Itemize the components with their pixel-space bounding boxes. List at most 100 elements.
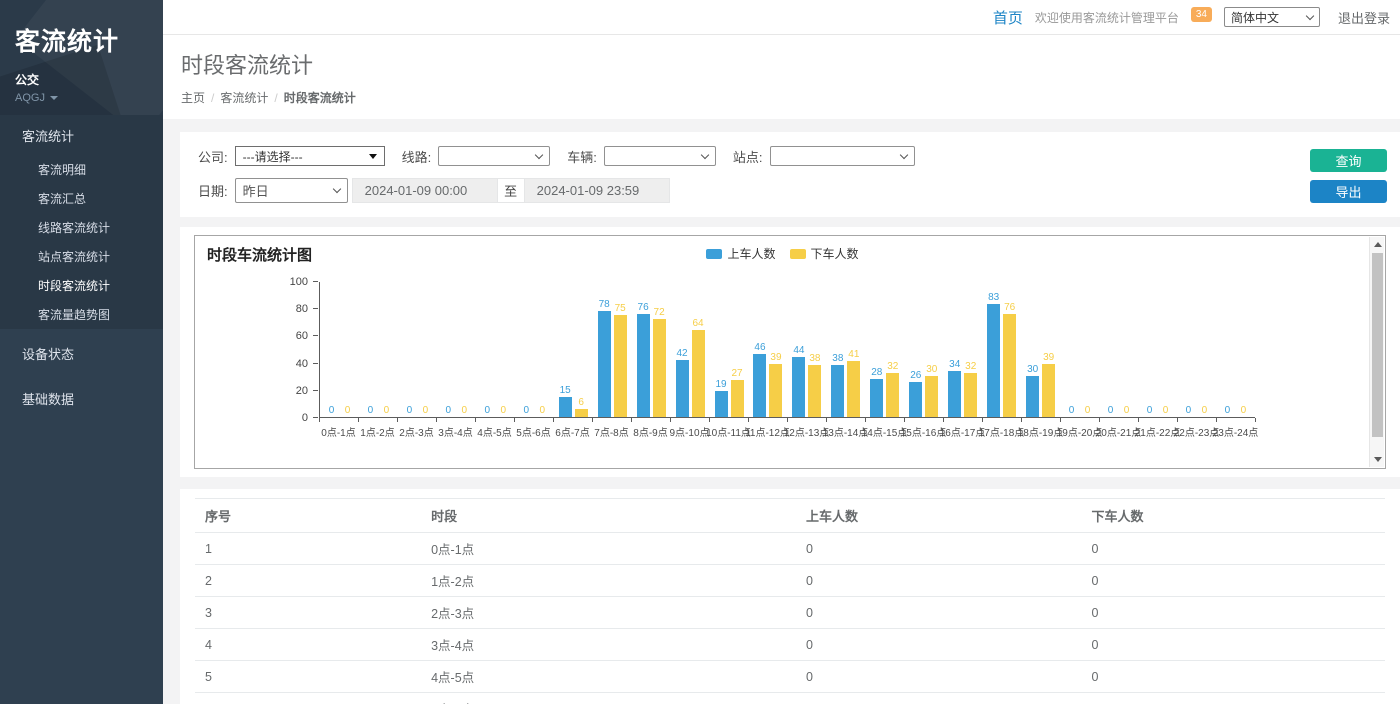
y-axis-tick — [313, 308, 318, 309]
line-filter: 线路: — [402, 146, 551, 166]
column-header: 上车人数 — [796, 499, 1082, 533]
table-cell: 3 — [195, 597, 421, 629]
x-axis-labels: 0点-1点1点-2点2点-3点3点-4点4点-5点5点-6点6点-7点7点-8点… — [319, 424, 1255, 439]
bar-column: 78 — [598, 299, 611, 417]
sidebar-subitem[interactable]: 客流汇总 — [0, 184, 163, 213]
bar-value-label: 44 — [793, 345, 804, 356]
legend-swatch — [706, 249, 722, 259]
company-select[interactable]: ---请选择--- — [235, 146, 385, 166]
company-label: 公司: — [198, 147, 228, 166]
scroll-up-arrow[interactable] — [1370, 237, 1385, 252]
date-preset-select[interactable]: 昨日 — [235, 178, 348, 203]
notification-badge[interactable]: 34 — [1191, 7, 1212, 22]
sidebar-subitem[interactable]: 线路客流统计 — [0, 213, 163, 242]
chevron-down-icon — [899, 150, 907, 158]
chart-container: 时段车流统计图 上车人数下车人数 02040608010000000000000… — [194, 235, 1386, 469]
x-axis-label: 1点-2点 — [358, 424, 397, 439]
x-axis-label: 9点-10点 — [670, 424, 709, 439]
x-axis-label: 0点-1点 — [319, 424, 358, 439]
bar-value-label: 30 — [1027, 364, 1038, 375]
sidebar-item[interactable]: 设备状态 — [0, 333, 163, 374]
bar-group: 7875 — [593, 281, 632, 417]
sidebar-subitem[interactable]: 客流明细 — [0, 155, 163, 184]
y-axis-label: 0 — [302, 412, 308, 424]
bar-group: 156 — [554, 281, 593, 417]
bar-column: 19 — [715, 379, 728, 417]
bar-value-label: 0 — [407, 405, 413, 416]
legend-item[interactable]: 上车人数 — [706, 245, 775, 262]
x-axis-label: 12点-13点 — [787, 424, 826, 439]
bar — [614, 315, 627, 417]
date-to-input[interactable]: 2024-01-09 23:59 — [524, 178, 670, 203]
bar-value-label: 46 — [754, 342, 765, 353]
sidebar-subitem[interactable]: 站点客流统计 — [0, 242, 163, 271]
scroll-down-arrow[interactable] — [1370, 452, 1385, 467]
org-code-dropdown[interactable]: AQGJ — [15, 92, 163, 104]
bar — [886, 373, 899, 417]
bar — [847, 361, 860, 417]
scrollbar-thumb[interactable] — [1372, 253, 1383, 437]
home-link[interactable]: 首页 — [993, 7, 1023, 28]
table-cell: 0 — [1082, 693, 1385, 704]
table-cell: 0 — [1082, 661, 1385, 693]
bar-value-label: 76 — [1004, 302, 1015, 313]
bar-group: 8376 — [982, 281, 1021, 417]
breadcrumb-item[interactable]: 主页 — [181, 91, 205, 105]
bar-column: 26 — [909, 370, 922, 417]
station-filter: 站点: — [733, 146, 915, 166]
bar — [731, 380, 744, 417]
bar-column: 38 — [808, 353, 821, 417]
table-cell: 2 — [195, 565, 421, 597]
bar-value-label: 0 — [1241, 405, 1247, 416]
bar-column: 32 — [886, 361, 899, 417]
station-select[interactable] — [770, 146, 915, 166]
y-axis-label: 80 — [296, 303, 308, 315]
export-button[interactable]: 导出 — [1310, 180, 1387, 203]
table-cell: 0 — [1082, 629, 1385, 661]
bar-column: 0 — [341, 405, 354, 417]
bar-column: 44 — [792, 345, 805, 417]
breadcrumb-item[interactable]: 客流统计 — [220, 91, 268, 105]
language-select[interactable]: 简体中文 — [1224, 7, 1320, 27]
hourly-flow-table: 序号时段上车人数下车人数10点-1点0021点-2点0032点-3点0043点-… — [195, 498, 1385, 704]
bar-column: 0 — [419, 405, 432, 417]
column-header: 时段 — [421, 499, 796, 533]
chart-scrollbar[interactable] — [1369, 237, 1384, 467]
table-cell: 0 — [796, 597, 1082, 629]
x-axis-label: 4点-5点 — [475, 424, 514, 439]
bar-column: 76 — [637, 302, 650, 417]
table-cell: 0 — [796, 629, 1082, 661]
table-cell: 4 — [195, 629, 421, 661]
bar-value-label: 0 — [1124, 405, 1130, 416]
vehicle-select[interactable] — [604, 146, 716, 166]
sidebar-subitem[interactable]: 客流量趋势图 — [0, 300, 163, 329]
x-axis-label: 14点-15点 — [865, 424, 904, 439]
sidebar-subitem[interactable]: 时段客流统计 — [0, 271, 163, 300]
bar-value-label: 0 — [345, 405, 351, 416]
table-cell: 0 — [1082, 565, 1385, 597]
chevron-down-icon — [1306, 11, 1314, 19]
bar-group: 00 — [515, 281, 554, 417]
bar-value-label: 78 — [599, 299, 610, 310]
legend-item[interactable]: 下车人数 — [790, 245, 859, 262]
date-range-separator: 至 — [498, 178, 524, 203]
vehicle-filter: 车辆: — [567, 146, 716, 166]
bar-column: 30 — [925, 364, 938, 417]
sidebar-item[interactable]: 基础数据 — [0, 378, 163, 419]
bar-column: 0 — [520, 405, 533, 417]
line-label: 线路: — [402, 147, 432, 166]
x-axis-label: 19点-20点 — [1060, 424, 1099, 439]
line-select[interactable] — [438, 146, 550, 166]
sidebar-item[interactable]: 客流统计 — [0, 115, 163, 155]
query-button[interactable]: 查询 — [1310, 149, 1387, 172]
page-heading: 时段客流统计 主页/客流统计/时段客流统计 — [163, 35, 1400, 119]
table-cell: 4点-5点 — [421, 661, 796, 693]
date-from-input[interactable]: 2024-01-09 00:00 — [352, 178, 498, 203]
logout-link[interactable]: 退出登录 — [1338, 8, 1390, 27]
bar-value-label: 72 — [654, 307, 665, 318]
bar-value-label: 39 — [1043, 352, 1054, 363]
bar-group: 00 — [320, 281, 359, 417]
topbar: 首页 欢迎使用客流统计管理平台 34 简体中文 退出登录 — [163, 0, 1400, 35]
table-row: 43点-4点00 — [195, 629, 1385, 661]
table-cell: 5点-6点 — [421, 693, 796, 704]
